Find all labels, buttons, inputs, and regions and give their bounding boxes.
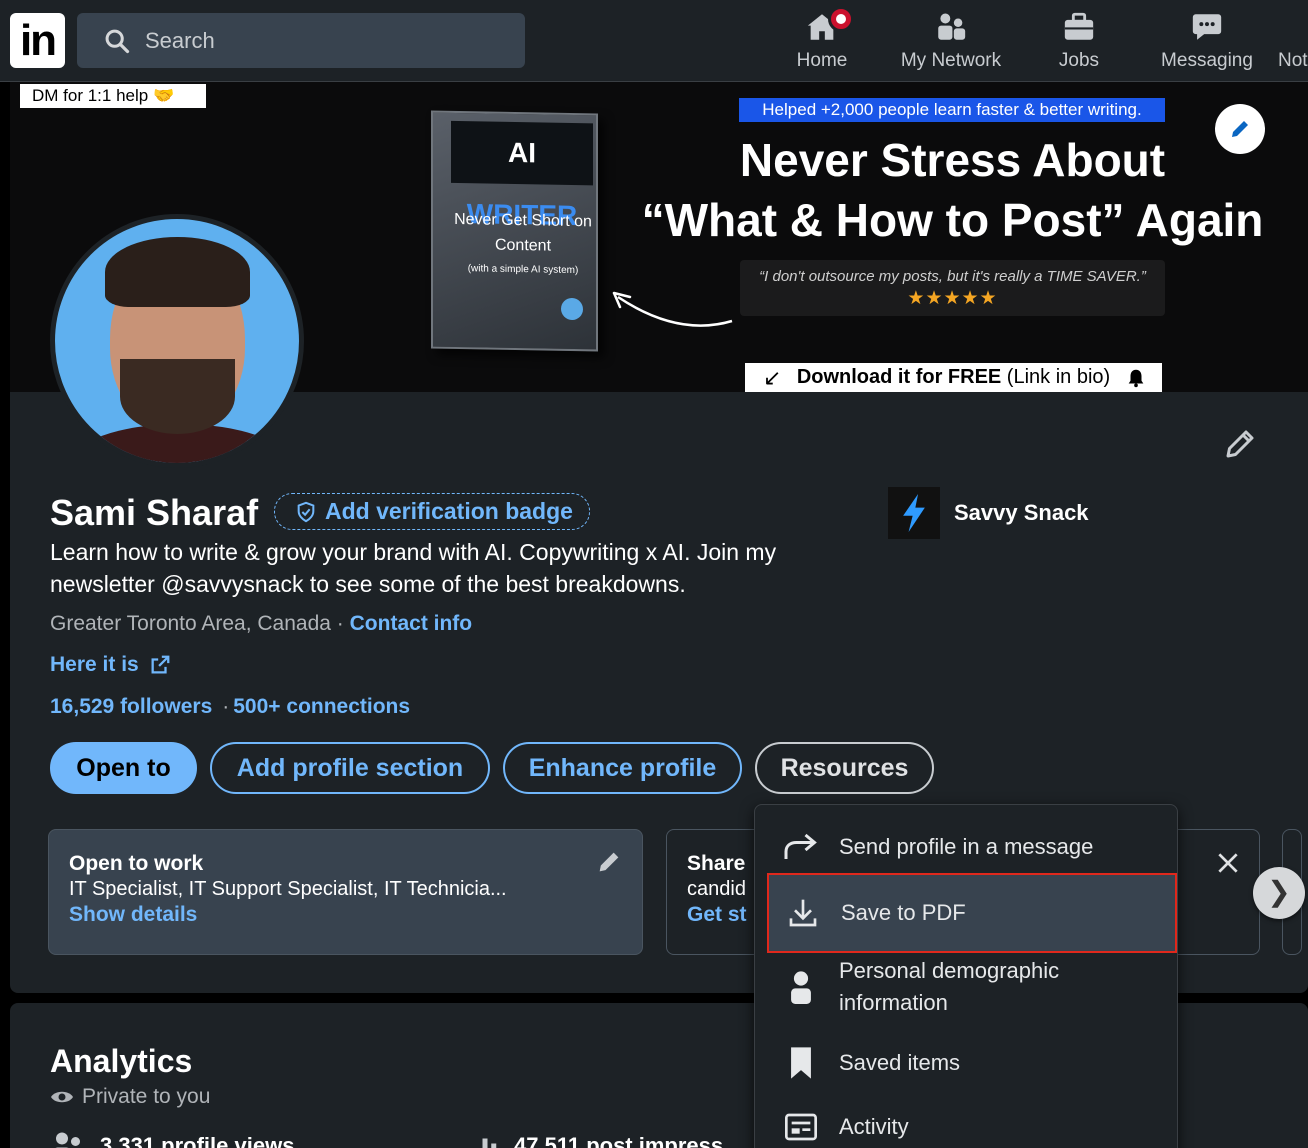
share-arrow-icon [784, 833, 817, 859]
analytics-title: Analytics [50, 1043, 193, 1079]
website-link[interactable]: Here it is [50, 653, 171, 677]
book-small-text: (with a simple AI system) [467, 263, 579, 277]
open-to-button[interactable]: Open to [50, 742, 197, 794]
connections-link[interactable]: 500+ connections [233, 695, 410, 718]
person-icon [791, 971, 811, 1004]
lightning-icon [903, 494, 925, 532]
download-banner-tag: ↙ Download it for FREE (Link in bio) [745, 363, 1162, 392]
open-to-work-roles: IT Specialist, IT Support Specialist, IT… [69, 878, 507, 900]
post-impressions-stat[interactable]: 47,511 post impress [470, 1131, 723, 1148]
website-link-label: Here it is [50, 653, 139, 676]
open-to-work-title: Open to work [69, 852, 204, 875]
pencil-icon [1232, 121, 1248, 137]
privacy-note: Private to you [50, 1085, 210, 1109]
external-link-icon [151, 655, 170, 674]
search-bar[interactable]: Search [77, 13, 525, 68]
menu-item-label: Personal demographic information [839, 958, 1060, 1015]
activity-icon [785, 1113, 817, 1141]
profile-headline: Learn how to write & grow your brand wit… [50, 539, 777, 597]
rating-stars: ★★★★★ [907, 288, 998, 309]
menu-item-demographic-info[interactable]: Personal demographic information [755, 955, 1179, 1019]
location-text: Greater Toronto Area, Canada [50, 612, 331, 635]
open-to-work-card: Open to work IT Specialist, IT Support S… [48, 829, 643, 955]
close-icon[interactable] [1215, 850, 1241, 876]
bar-chart-icon [482, 1138, 497, 1148]
edit-banner-button[interactable] [1215, 104, 1265, 154]
show-details-link[interactable]: Show details [69, 903, 622, 927]
menu-item-label: Send profile in a message [839, 834, 1094, 859]
menu-item-label: Save to PDF [841, 900, 966, 925]
testimonial-quote: “I don't outsource my posts, but it's re… [740, 260, 1165, 316]
book-cover-image: AI WRITER Never Get Short on Content (wi… [431, 110, 598, 352]
book-author-avatar [561, 297, 583, 321]
nav-my-network[interactable]: My Network [886, 8, 1016, 74]
download-icon [789, 899, 817, 927]
nav-label-messaging: Messaging [1161, 50, 1253, 71]
followers-link[interactable]: 16,529 followers [50, 695, 212, 718]
menu-item-save-to-pdf[interactable]: Save to PDF [767, 873, 1177, 953]
nav-label-my-network: My Network [900, 50, 1002, 71]
top-nav: in Search Home My Network Jobs Messaging… [0, 0, 1308, 82]
add-profile-section-button[interactable]: Add profile section [210, 742, 490, 794]
eye-icon [51, 1091, 73, 1103]
profile-views-label: 3,331 profile views [100, 1133, 295, 1148]
company-logo [888, 487, 940, 539]
carousel-next-button[interactable]: ❯ [1253, 867, 1305, 919]
edit-pencil-icon[interactable] [595, 848, 623, 876]
profile-views-stat[interactable]: 3,331 profile views [50, 1131, 294, 1148]
add-verification-badge-button[interactable]: Add verification badge [274, 493, 590, 530]
shield-check-icon [297, 501, 315, 523]
bookmark-icon [791, 1047, 811, 1079]
profile-avatar[interactable] [50, 214, 304, 468]
briefcase-icon [1064, 12, 1094, 40]
contact-info-link[interactable]: Contact info [350, 612, 472, 635]
search-icon [105, 29, 130, 53]
profile-location-line: Greater Toronto Area, Canada · Contact i… [50, 612, 473, 635]
menu-item-label: Activity [839, 1114, 909, 1139]
edit-profile-pencil-icon[interactable] [1222, 426, 1258, 462]
follow-stats: 16,529 followers · 500+ connections [50, 695, 411, 718]
nav-home[interactable]: Home [757, 6, 887, 74]
banner-headline: Never Stress About “What & How to Post” … [641, 134, 1264, 246]
resources-dropdown-menu: Send profile in a message Save to PDF Pe… [754, 804, 1178, 1148]
privacy-text: Private to you [82, 1085, 211, 1108]
current-company[interactable]: Savvy Snack [888, 487, 1089, 539]
nav-messaging[interactable]: Messaging [1142, 8, 1272, 74]
search-input[interactable]: Search [145, 28, 215, 54]
resources-button[interactable]: Resources [755, 742, 934, 794]
nav-label-home: Home [796, 50, 848, 71]
linkedin-logo-icon[interactable]: in [10, 13, 65, 68]
people-stat-icon [55, 1132, 80, 1148]
helped-tag: Helped +2,000 people learn faster & bett… [739, 98, 1165, 122]
post-impressions-label: 47,511 post impress [514, 1133, 724, 1148]
curved-arrow-small-icon: ↙ [763, 365, 782, 390]
people-icon [938, 13, 966, 40]
enhance-profile-button[interactable]: Enhance profile [503, 742, 742, 794]
chevron-right-icon: ❯ [1267, 876, 1291, 907]
book-subtitle: Never Get Short on Content [454, 210, 592, 255]
message-bubble-icon [1192, 14, 1222, 40]
menu-item-send-profile[interactable]: Send profile in a message [755, 827, 1179, 867]
dm-help-tag: DM for 1:1 help 🤝 [20, 84, 206, 108]
nav-notifications[interactable]: Not [1270, 8, 1308, 74]
company-name: Savvy Snack [954, 500, 1089, 525]
verify-label: Add verification badge [325, 498, 573, 524]
nav-jobs[interactable]: Jobs [1014, 8, 1144, 74]
notification-badge [828, 6, 854, 32]
menu-item-activity[interactable]: Activity [755, 1107, 1179, 1147]
bell-icon [1128, 369, 1144, 388]
nav-label-notifications: Not [1278, 50, 1308, 71]
book-title: AI WRITER [451, 120, 593, 231]
menu-item-label: Saved items [839, 1050, 961, 1075]
curved-arrow-icon [612, 291, 733, 327]
profile-name: Sami Sharaf [50, 492, 259, 533]
menu-item-saved-items[interactable]: Saved items [755, 1043, 1179, 1083]
nav-label-jobs: Jobs [1058, 50, 1100, 71]
